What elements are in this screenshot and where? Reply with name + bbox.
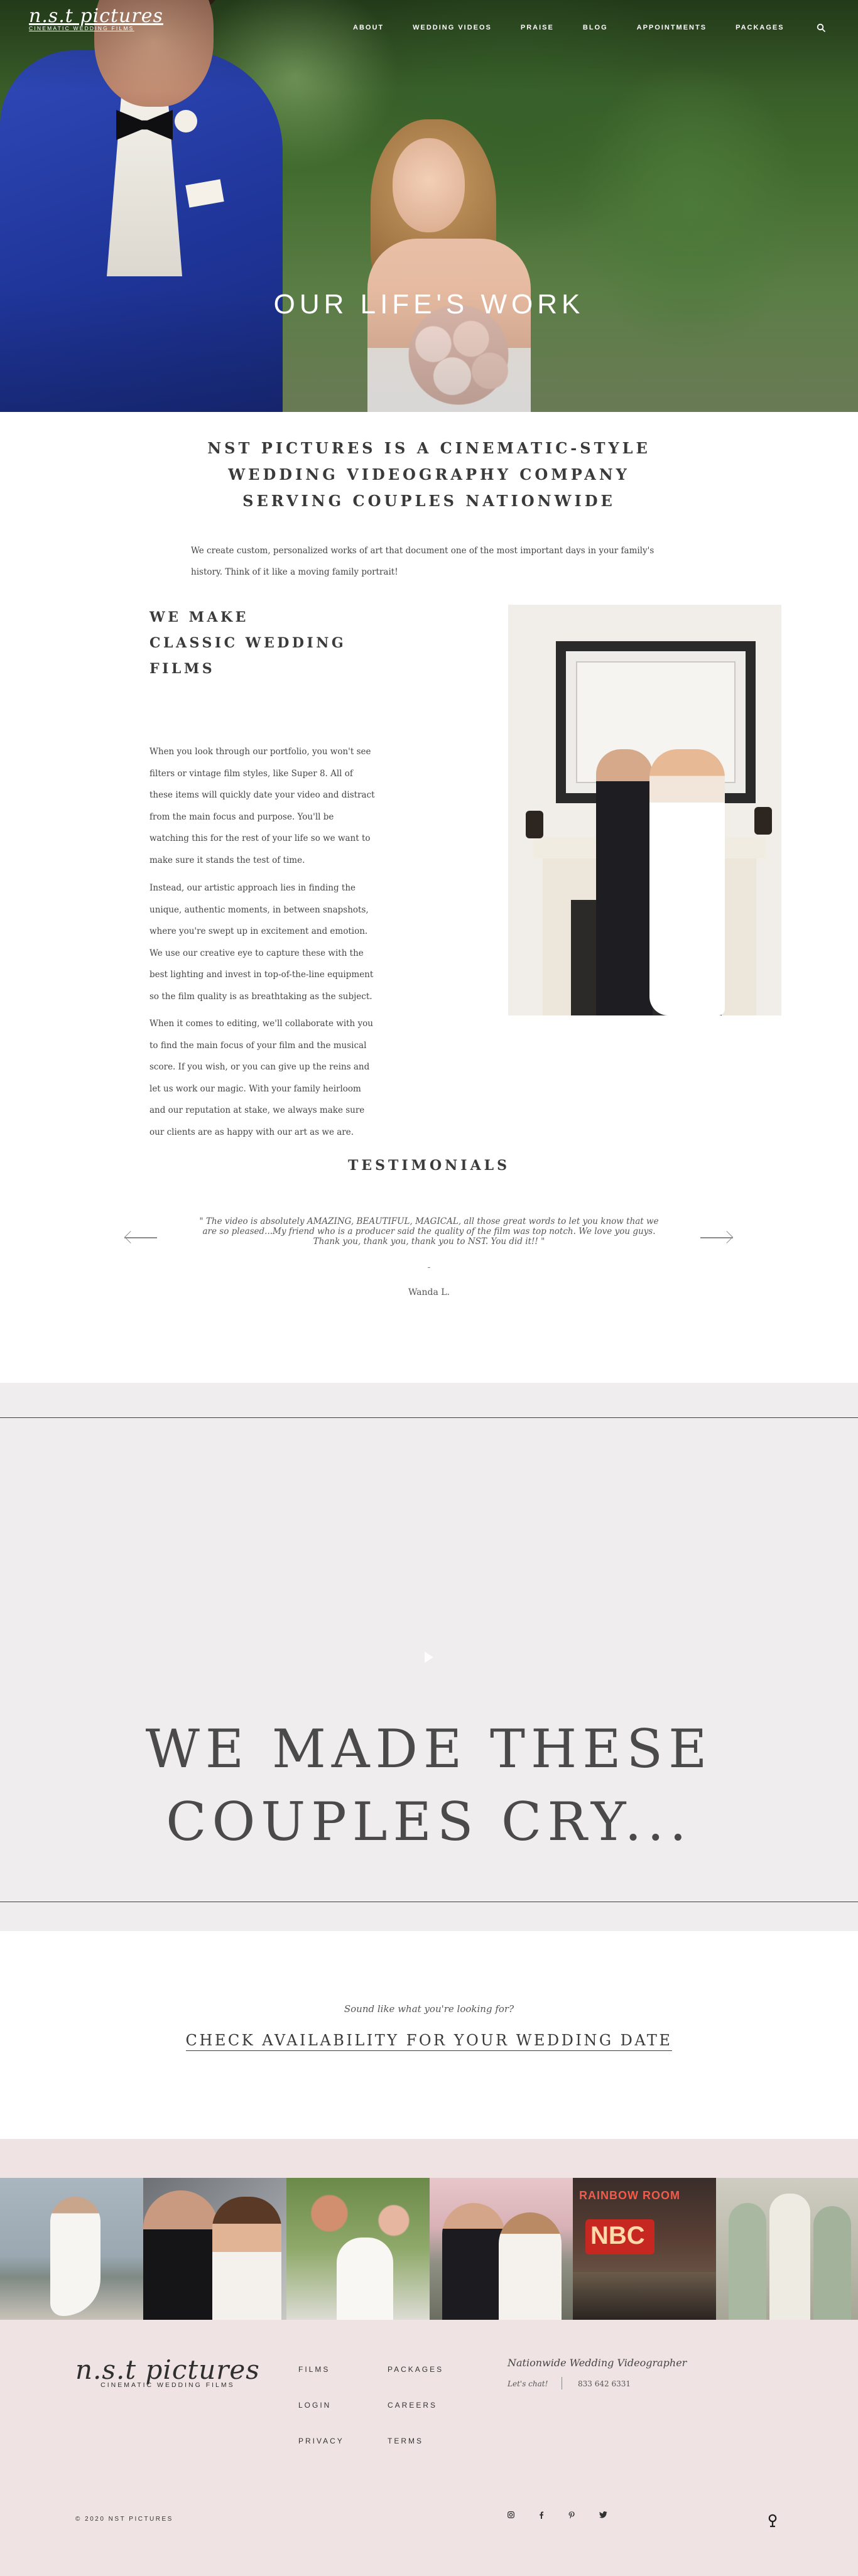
testimonial-author: Wanda L. — [408, 1287, 450, 1297]
video-title-line: WE MADE THESE — [145, 1718, 713, 1780]
photo-bride — [649, 749, 725, 1015]
cta-subtitle: Sound like what you're looking for? — [344, 2003, 514, 2015]
classic-films-heading: WE MAKE CLASSIC WEDDING FILMS — [149, 605, 346, 682]
footer-tagline: Nationwide Wedding Videographer — [508, 2357, 687, 2369]
footer-logo-script: n.s.t pictures — [75, 2354, 260, 2385]
testimonial-prev-arrow[interactable] — [124, 1231, 158, 1243]
copyright: © 2020 NST PICTURES — [75, 2516, 173, 2523]
pinterest-icon[interactable] — [565, 2511, 578, 2521]
gallery-tile-umbrella-kiss[interactable] — [430, 2178, 573, 2320]
nav-praise[interactable]: PRAISE — [521, 24, 554, 31]
gallery-tile-couple-kiss[interactable] — [143, 2178, 286, 2320]
footer-link-login[interactable]: LOGIN — [298, 2401, 331, 2410]
classic-paragraph: When you look through our portfolio, you… — [149, 747, 375, 865]
classic-paragraph: Instead, our artistic approach lies in f… — [149, 883, 374, 1002]
classic-paragraph: When it comes to editing, we'll collabor… — [149, 1019, 373, 1137]
classic-heading-line: WE MAKE — [149, 609, 249, 625]
main-nav: ABOUT WEDDING VIDEOS PRAISE BLOG APPOINT… — [353, 24, 785, 31]
video-title-line: COUPLES CRY... — [166, 1791, 692, 1853]
footer-link-privacy[interactable]: PRIVACY — [298, 2437, 344, 2445]
hero-title: OUR LIFE'S WORK — [273, 289, 585, 320]
footer-chat-link[interactable]: Let's chat! — [508, 2379, 548, 2388]
check-availability-label: CHECK AVAILABILITY FOR YOUR WEDDING DATE — [185, 2032, 673, 2051]
testimonial-quote: " The video is absolutely AMAZING, BEAUT… — [199, 1216, 659, 1247]
gallery-tile-bride-shore[interactable] — [0, 2178, 143, 2320]
video-top-line — [0, 1417, 858, 1418]
footer-logo-tagline: CINEMATIC WEDDING FILMS — [100, 2381, 235, 2389]
play-icon[interactable] — [425, 1652, 433, 1663]
classic-heading-line: CLASSIC WEDDING — [149, 635, 347, 651]
footer-search-icon[interactable] — [768, 2514, 778, 2528]
instagram-icon[interactable] — [504, 2511, 517, 2520]
hero-section: n.s.t pictures CINEMATIC WEDDING FILMS A… — [0, 0, 858, 412]
photo-candle-decor — [754, 807, 772, 835]
footer-link-terms[interactable]: TERMS — [388, 2437, 423, 2445]
gallery-tile-nbc-studios[interactable]: RAINBOW ROOM NBC — [573, 2178, 716, 2320]
gallery-tile-bridesmaids[interactable] — [716, 2178, 858, 2320]
instagram-strip: RAINBOW ROOM NBC — [0, 2178, 858, 2320]
nav-appointments[interactable]: APPOINTMENTS — [637, 24, 707, 31]
logo-script: n.s.t pictures — [29, 5, 163, 27]
testimonial-next-arrow[interactable] — [700, 1231, 734, 1243]
search-icon[interactable] — [817, 23, 826, 33]
hero-overlay — [0, 0, 858, 412]
twitter-icon[interactable] — [597, 2511, 609, 2520]
video-title: WE MADE THESE COUPLES CRY... — [0, 1713, 858, 1858]
photo-antler-decor — [526, 811, 543, 838]
footer-link-careers[interactable]: CAREERS — [388, 2401, 437, 2410]
testimonial-separator: - — [427, 1262, 431, 1272]
nav-blog[interactable]: BLOG — [583, 24, 608, 31]
site-logo[interactable]: n.s.t pictures CINEMATIC WEDDING FILMS — [29, 5, 163, 32]
testimonials-heading: TESTIMONIALS — [347, 1157, 511, 1174]
classic-heading-line: FILMS — [149, 661, 215, 677]
gallery-tile-floral-arch[interactable] — [286, 2178, 430, 2320]
footer-link-packages[interactable]: PACKAGES — [388, 2365, 443, 2374]
photo-groom — [596, 749, 653, 1015]
footer-logo[interactable]: n.s.t pictures CINEMATIC WEDDING FILMS — [75, 2356, 260, 2389]
nav-about[interactable]: ABOUT — [353, 24, 384, 31]
intro-heading: NST PICTURES IS A CINEMATIC-STYLE WEDDIN… — [207, 439, 651, 510]
footer-phone[interactable]: 833 642 6331 — [578, 2379, 631, 2388]
check-availability-link[interactable]: CHECK AVAILABILITY FOR YOUR WEDDING DATE — [0, 2032, 858, 2051]
couple-photo — [508, 605, 781, 1015]
facebook-icon[interactable] — [535, 2511, 548, 2521]
intro-text: We create custom, personalized works of … — [191, 546, 654, 577]
footer-link-films[interactable]: FILMS — [298, 2365, 330, 2374]
nav-packages[interactable]: PACKAGES — [736, 24, 785, 31]
nav-wedding-videos[interactable]: WEDDING VIDEOS — [413, 24, 492, 31]
